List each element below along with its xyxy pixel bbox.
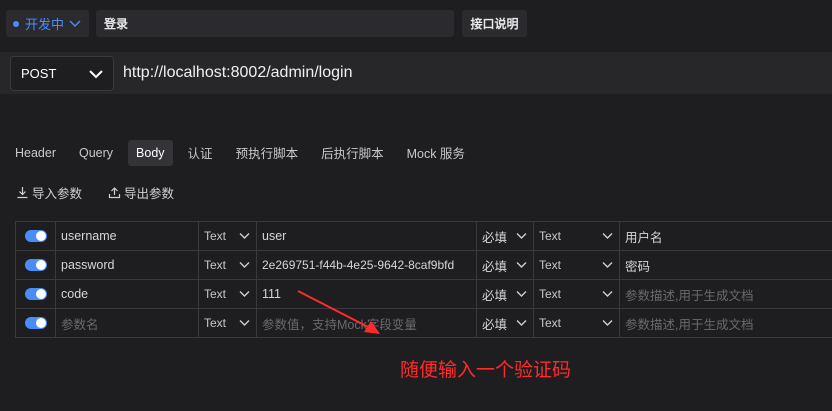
required-label: 必填: [482, 317, 508, 332]
import-params-button[interactable]: 导入参数: [16, 183, 82, 202]
chevron-down-icon: [239, 320, 250, 326]
enable-toggle[interactable]: [24, 317, 47, 329]
annotation-arrow-icon: [297, 290, 380, 334]
method-label: POST: [21, 66, 57, 81]
param-name-input[interactable]: username: [56, 222, 199, 250]
param-type-label: Text: [204, 229, 227, 243]
required-select[interactable]: 必填: [477, 251, 534, 279]
param-name-input[interactable]: code: [56, 280, 199, 308]
chevron-down-icon: [516, 262, 527, 268]
param-value-input[interactable]: 2e269751-f44b-4e25-9642-8caf9bfd: [257, 251, 477, 279]
chevron-down-icon: [602, 262, 613, 268]
param-toolbar: 导入参数 导出参数: [16, 183, 174, 202]
tab-header[interactable]: Header: [7, 140, 64, 166]
tab-mock[interactable]: Mock 服务: [399, 137, 473, 168]
chevron-down-icon: [239, 233, 250, 239]
chevron-down-icon: [516, 233, 527, 239]
upload-icon: [108, 187, 121, 199]
param-type-select[interactable]: Text: [199, 222, 257, 250]
params-table: username Text user 必填 Text 用户名 password …: [15, 221, 832, 338]
data-type-select[interactable]: Text: [534, 251, 620, 279]
required-select[interactable]: 必填: [477, 280, 534, 308]
required-label: 必填: [482, 230, 508, 245]
param-type-label: Text: [204, 316, 227, 330]
chevron-down-icon: [239, 262, 250, 268]
required-select[interactable]: 必填: [477, 309, 534, 337]
table-row: password Text 2e269751-f44b-4e25-9642-8c…: [15, 251, 832, 280]
table-row: code Text 111 必填 Text 参数描述,用于生成文档: [15, 280, 832, 309]
param-name-input[interactable]: 参数名: [56, 309, 199, 337]
method-select[interactable]: POST: [10, 56, 114, 91]
import-params-label: 导入参数: [32, 187, 83, 201]
chevron-down-icon: [516, 320, 527, 326]
chevron-down-icon: [89, 69, 103, 78]
annotation-text: 随便输入一个验证码: [400, 359, 572, 381]
required-select[interactable]: 必填: [477, 222, 534, 250]
param-name-input[interactable]: password: [56, 251, 199, 279]
data-type-label: Text: [539, 287, 562, 301]
param-desc-input[interactable]: 密码: [620, 251, 832, 279]
tab-body[interactable]: Body: [128, 139, 173, 166]
chevron-down-icon: [239, 291, 250, 297]
param-type-select[interactable]: Text: [199, 280, 257, 308]
param-desc-input[interactable]: 用户名: [620, 222, 832, 250]
download-icon: [17, 187, 28, 199]
chevron-down-icon: [69, 20, 81, 27]
chevron-down-icon: [516, 291, 527, 297]
url-input[interactable]: http://localhost:8002/admin/login: [123, 64, 352, 82]
status-label: 开发中: [25, 17, 65, 32]
tab-post-script[interactable]: 后执行脚本: [313, 137, 392, 168]
export-params-button[interactable]: 导出参数: [108, 183, 174, 202]
param-type-label: Text: [204, 287, 227, 301]
tab-pre-script[interactable]: 预执行脚本: [228, 137, 307, 168]
status-dropdown[interactable]: 开发中: [6, 10, 89, 37]
param-type-select[interactable]: Text: [199, 251, 257, 279]
export-params-label: 导出参数: [124, 187, 175, 201]
required-label: 必填: [482, 288, 508, 303]
status-dot-icon: [13, 20, 19, 27]
enable-toggle[interactable]: [24, 259, 47, 271]
param-desc-input[interactable]: 参数描述,用于生成文档: [620, 280, 832, 308]
table-row: username Text user 必填 Text 用户名: [15, 222, 832, 251]
param-desc-input[interactable]: 参数描述,用于生成文档: [620, 309, 832, 337]
api-name-input[interactable]: 登录: [96, 10, 454, 37]
tab-auth[interactable]: 认证: [180, 137, 221, 168]
data-type-label: Text: [539, 258, 562, 272]
data-type-select[interactable]: Text: [534, 222, 620, 250]
request-tabs: Header Query Body 认证 预执行脚本 后执行脚本 Mock 服务: [0, 137, 473, 168]
chevron-down-icon: [602, 291, 613, 297]
data-type-select[interactable]: Text: [534, 280, 620, 308]
chevron-down-icon: [602, 233, 613, 239]
param-type-select[interactable]: Text: [199, 309, 257, 337]
param-type-label: Text: [204, 258, 227, 272]
chevron-down-icon: [602, 320, 613, 326]
enable-toggle[interactable]: [24, 288, 47, 300]
enable-toggle[interactable]: [24, 230, 47, 242]
tab-query[interactable]: Query: [71, 140, 121, 166]
table-row: 参数名 Text 参数值，支持Mock字段变量 必填 Text 参数描述,用于生…: [15, 309, 832, 338]
required-label: 必填: [482, 259, 508, 274]
data-type-select[interactable]: Text: [534, 309, 620, 337]
data-type-label: Text: [539, 229, 562, 243]
api-doc-button[interactable]: 接口说明: [462, 10, 527, 37]
data-type-label: Text: [539, 316, 562, 330]
param-value-input[interactable]: user: [257, 222, 477, 250]
